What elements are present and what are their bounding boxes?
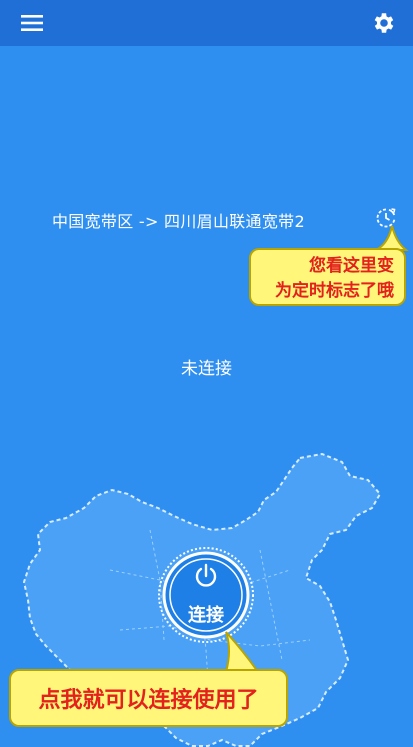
route-label: 中国宽带区 -> 四川眉山联通宽带2 [52,212,305,231]
timer-hint-callout: 您看这里变 为定时标志了哦 [249,248,406,306]
connect-button-label: 连接 [188,605,224,626]
app-bar [0,0,413,46]
timer-hint-line2: 为定时标志了哦 [275,281,394,301]
gear-icon [374,13,394,33]
power-icon [195,563,217,587]
hamburger-menu-icon [21,15,43,31]
connect-hint-callout: 点我就可以连接使用了 [9,669,288,727]
connect-hint-text: 点我就可以连接使用了 [38,688,259,713]
settings-button[interactable] [367,6,401,40]
timer-hint-line1: 您看这里变 [309,256,394,276]
menu-button[interactable] [15,6,49,40]
connection-status: 未连接 [181,359,232,379]
